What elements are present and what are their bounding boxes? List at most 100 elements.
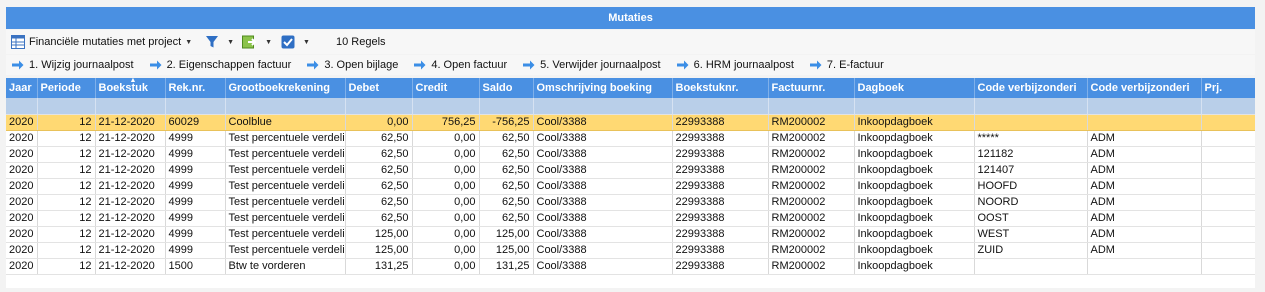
table-cell[interactable]: RM200002 bbox=[768, 258, 855, 275]
table-cell[interactable]: 21-12-2020 bbox=[95, 258, 166, 275]
table-cell[interactable]: 2020 bbox=[6, 114, 38, 131]
table-cell[interactable]: Inkoopdagboek bbox=[854, 242, 975, 259]
table-cell[interactable]: ADM bbox=[1087, 210, 1202, 227]
table-cell[interactable]: RM200002 bbox=[768, 178, 855, 195]
filter-cell[interactable] bbox=[672, 98, 769, 115]
table-cell[interactable]: Cool/3388 bbox=[533, 226, 673, 243]
table-cell[interactable]: Cool/3388 bbox=[533, 130, 673, 147]
table-cell[interactable]: 22993388 bbox=[672, 178, 769, 195]
table-row[interactable]: 2020 12 21-12-2020 4999 Test percentuele ver… bbox=[6, 130, 1255, 147]
select-button[interactable]: ▼ bbox=[276, 31, 314, 53]
table-cell[interactable]: 4999 bbox=[165, 130, 226, 147]
table-cell[interactable]: 22993388 bbox=[672, 114, 769, 131]
table-cell[interactable]: Cool/3388 bbox=[533, 114, 673, 131]
table-cell[interactable]: ADM bbox=[1087, 130, 1202, 147]
table-cell[interactable]: 62,50 bbox=[479, 146, 534, 163]
table-cell[interactable]: ZUID bbox=[974, 242, 1088, 259]
filter-cell[interactable] bbox=[95, 98, 166, 115]
column-header-factuurnr[interactable]: Factuurnr. bbox=[768, 78, 855, 98]
column-header-code-verbijzondering-1[interactable]: Code verbijzonderi bbox=[974, 78, 1088, 98]
table-cell[interactable]: Test percentuele verdeli bbox=[225, 242, 346, 259]
table-cell[interactable]: 125,00 bbox=[479, 226, 534, 243]
table-cell[interactable]: RM200002 bbox=[768, 210, 855, 227]
table-cell[interactable]: 4999 bbox=[165, 242, 226, 259]
filter-cell[interactable] bbox=[412, 98, 480, 115]
table-cell[interactable]: 2020 bbox=[6, 194, 38, 211]
filter-cell[interactable] bbox=[533, 98, 673, 115]
table-cell[interactable]: 756,25 bbox=[412, 114, 480, 131]
action-eigenschappen-factuur[interactable]: 2. Eigenschappen factuur bbox=[149, 59, 291, 71]
table-cell[interactable]: -756,25 bbox=[479, 114, 534, 131]
table-cell[interactable] bbox=[974, 114, 1088, 131]
table-cell[interactable]: 121182 bbox=[974, 146, 1088, 163]
action-e-factuur[interactable]: 7. E-factuur bbox=[809, 59, 884, 71]
table-cell[interactable]: Test percentuele verdeli bbox=[225, 194, 346, 211]
table-cell[interactable]: 12 bbox=[37, 130, 96, 147]
table-cell[interactable]: Cool/3388 bbox=[533, 258, 673, 275]
table-row[interactable]: 2020 12 21-12-2020 60029 Coolblue 0,00 756,25-… bbox=[6, 114, 1255, 131]
table-cell[interactable]: 125,00 bbox=[345, 226, 413, 243]
table-cell[interactable]: 62,50 bbox=[479, 210, 534, 227]
table-cell[interactable] bbox=[1201, 226, 1255, 243]
table-cell[interactable]: 12 bbox=[37, 178, 96, 195]
table-cell[interactable]: 0,00 bbox=[412, 258, 480, 275]
table-cell[interactable]: Cool/3388 bbox=[533, 146, 673, 163]
table-cell[interactable]: 21-12-2020 bbox=[95, 162, 166, 179]
table-cell[interactable]: Test percentuele verdeli bbox=[225, 178, 346, 195]
filter-cell[interactable] bbox=[854, 98, 975, 115]
column-header-credit[interactable]: Credit bbox=[412, 78, 480, 98]
table-cell[interactable]: 2020 bbox=[6, 242, 38, 259]
table-cell[interactable]: Test percentuele verdeli bbox=[225, 162, 346, 179]
table-cell[interactable]: 4999 bbox=[165, 226, 226, 243]
table-cell[interactable]: ***** bbox=[974, 130, 1088, 147]
column-header-omschrijving[interactable]: Omschrijving boeking bbox=[533, 78, 673, 98]
table-cell[interactable]: HOOFD bbox=[974, 178, 1088, 195]
table-cell[interactable]: 21-12-2020 bbox=[95, 146, 166, 163]
table-cell[interactable]: 62,50 bbox=[479, 130, 534, 147]
table-cell[interactable]: 12 bbox=[37, 194, 96, 211]
table-cell[interactable]: 21-12-2020 bbox=[95, 226, 166, 243]
table-cell[interactable]: 62,50 bbox=[345, 146, 413, 163]
table-cell[interactable]: Coolblue bbox=[225, 114, 346, 131]
table-cell[interactable]: 62,50 bbox=[345, 178, 413, 195]
table-cell[interactable]: Inkoopdagboek bbox=[854, 194, 975, 211]
table-row[interactable]: 2020 12 21-12-2020 4999 Test percentuele ver… bbox=[6, 242, 1255, 259]
filter-cell[interactable] bbox=[6, 98, 38, 115]
export-button[interactable]: ▼ bbox=[238, 31, 276, 53]
table-cell[interactable]: 2020 bbox=[6, 210, 38, 227]
table-cell[interactable]: Cool/3388 bbox=[533, 194, 673, 211]
filter-cell[interactable] bbox=[1087, 98, 1202, 115]
table-cell[interactable]: 4999 bbox=[165, 162, 226, 179]
table-cell[interactable]: 2020 bbox=[6, 178, 38, 195]
action-open-bijlage[interactable]: 3. Open bijlage bbox=[307, 59, 398, 71]
table-cell[interactable]: 22993388 bbox=[672, 130, 769, 147]
filter-cell[interactable] bbox=[345, 98, 413, 115]
table-cell[interactable]: Cool/3388 bbox=[533, 178, 673, 195]
column-header-saldo[interactable]: Saldo bbox=[479, 78, 534, 98]
table-cell[interactable]: 12 bbox=[37, 242, 96, 259]
table-cell[interactable]: Inkoopdagboek bbox=[854, 114, 975, 131]
table-cell[interactable] bbox=[1201, 178, 1255, 195]
table-cell[interactable]: 12 bbox=[37, 226, 96, 243]
table-cell[interactable]: 12 bbox=[37, 258, 96, 275]
table-cell[interactable]: ADM bbox=[1087, 178, 1202, 195]
table-cell[interactable]: 62,50 bbox=[345, 130, 413, 147]
filter-button[interactable]: ▼ bbox=[200, 31, 238, 53]
table-cell[interactable]: 21-12-2020 bbox=[95, 210, 166, 227]
column-header-reknr[interactable]: Rek.nr. bbox=[165, 78, 226, 98]
table-cell[interactable]: Test percentuele verdeli bbox=[225, 130, 346, 147]
table-cell[interactable]: Cool/3388 bbox=[533, 162, 673, 179]
table-cell[interactable] bbox=[1201, 194, 1255, 211]
column-header-code-verbijzondering-2[interactable]: Code verbijzonderi bbox=[1087, 78, 1202, 98]
table-cell[interactable]: 22993388 bbox=[672, 194, 769, 211]
action-wijzig-journaalpost[interactable]: 1. Wijzig journaalpost bbox=[12, 59, 134, 71]
table-cell[interactable]: 121407 bbox=[974, 162, 1088, 179]
column-header-periode[interactable]: Periode bbox=[37, 78, 96, 98]
view-selector[interactable]: Financiële mutaties met project ▼ bbox=[6, 31, 196, 53]
table-cell[interactable]: 22993388 bbox=[672, 258, 769, 275]
table-cell[interactable]: 22993388 bbox=[672, 162, 769, 179]
column-header-boekstuknr[interactable]: Boekstuknr. bbox=[672, 78, 769, 98]
table-cell[interactable] bbox=[1201, 258, 1255, 275]
table-row[interactable]: 2020 12 21-12-2020 4999 Test percentuele ver… bbox=[6, 226, 1255, 243]
table-cell[interactable]: Test percentuele verdeli bbox=[225, 146, 346, 163]
